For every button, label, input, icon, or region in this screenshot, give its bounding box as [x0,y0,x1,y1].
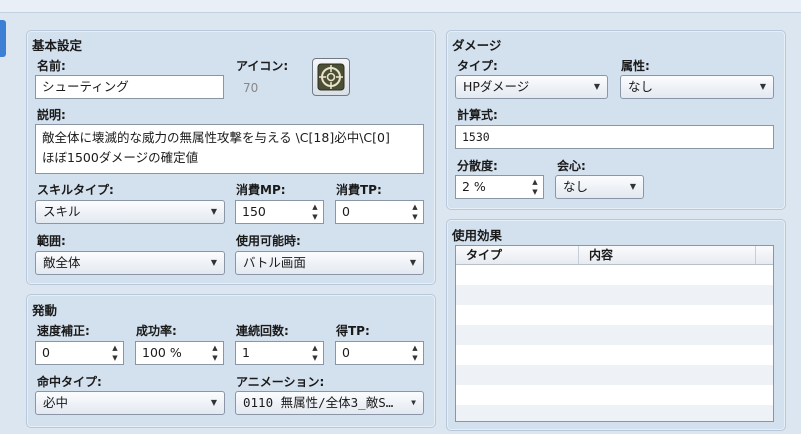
repeats-label: 連続回数: [236,324,289,338]
animation-value: 0110 無属性/全体3_敵S… [243,395,394,410]
chevron-down-icon: ▼ [411,398,416,407]
chevron-down-icon: ▼ [593,82,600,91]
element-label: 属性: [621,59,650,73]
hit-type-label: 命中タイプ: [37,375,102,389]
speed-value: 0 [42,345,50,360]
window-top-strip [0,0,801,13]
skill-type-select[interactable]: スキル ▼ [35,200,225,224]
damage-type-label: タイプ: [457,59,498,73]
icon-label: アイコン: [236,59,289,73]
repeats-value: 1 [242,345,250,360]
basic-settings-title: 基本設定 [32,38,83,53]
name-label: 名前: [37,59,66,73]
mp-cost-label: 消費MP: [236,183,286,197]
repeats-spinner[interactable]: 1 ▲ ▼ [235,341,324,365]
description-label: 説明: [37,108,66,122]
effects-header: タイプ 内容 [456,246,773,265]
animation-label: アニメーション: [236,375,325,389]
effects-list[interactable]: タイプ 内容 [455,245,774,422]
formula-label: 計算式: [457,108,498,122]
spinner-arrows-icon[interactable]: ▲ ▼ [310,202,320,222]
list-item[interactable] [456,305,773,325]
skill-type-label: スキルタイプ: [37,183,114,197]
chevron-down-icon: ▼ [409,258,416,267]
scope-value: 敵全体 [43,255,81,270]
list-item[interactable] [456,345,773,365]
damage-title: ダメージ [452,38,502,53]
damage-type-select[interactable]: HPダメージ ▼ [455,75,608,99]
column-header-content[interactable]: 内容 [579,246,756,264]
mp-cost-value: 150 [242,204,266,219]
description-line-1: 敵全体に壊滅的な威力の無属性攻撃を与える \C[18]必中\C[0] [42,130,390,145]
column-header-type[interactable]: タイプ [456,246,579,264]
spinner-arrows-icon[interactable]: ▲ ▼ [210,343,220,363]
formula-input[interactable]: 1530 [455,125,774,149]
list-item[interactable] [456,405,773,421]
spinner-arrows-icon[interactable]: ▲ ▼ [530,177,540,197]
critical-value: なし [563,179,589,194]
animation-select[interactable]: 0110 無属性/全体3_敵S… ▼ [235,391,424,415]
element-value: なし [628,79,654,94]
tp-gain-spinner[interactable]: 0 ▲ ▼ [335,341,424,365]
effects-title: 使用効果 [452,228,503,243]
critical-label: 会心: [557,159,586,173]
occasion-select[interactable]: バトル画面 ▼ [235,251,424,275]
spinner-arrows-icon[interactable]: ▲ ▼ [310,343,320,363]
element-select[interactable]: なし ▼ [620,75,774,99]
variance-label: 分散度: [457,159,498,173]
success-rate-spinner[interactable]: 100 % ▲ ▼ [135,341,224,365]
spinner-arrows-icon[interactable]: ▲ ▼ [110,343,120,363]
list-item[interactable] [456,285,773,305]
chevron-down-icon: ▼ [759,82,766,91]
name-input[interactable]: シューティング [35,75,224,99]
tp-gain-label: 得TP: [336,324,370,338]
icon-index: 70 [243,81,259,95]
success-rate-value: 100 % [142,345,182,360]
description-textarea[interactable]: 敵全体に壊滅的な威力の無属性攻撃を与える \C[18]必中\C[0] ほぼ150… [35,124,424,174]
chevron-down-icon: ▼ [629,182,636,191]
scope-label: 範囲: [37,234,66,248]
list-item[interactable] [456,265,773,285]
variance-value: 2 % [462,179,486,194]
tp-gain-value: 0 [342,345,350,360]
spinner-arrows-icon[interactable]: ▲ ▼ [410,202,420,222]
tp-cost-value: 0 [342,204,350,219]
skill-type-value: スキル [43,204,81,219]
description-line-2: ほぼ1500ダメージの確定値 [42,150,199,165]
spinner-arrows-icon[interactable]: ▲ ▼ [410,343,420,363]
hit-type-select[interactable]: 必中 ▼ [35,391,225,415]
crosshair-target-icon [317,63,345,91]
critical-select[interactable]: なし ▼ [555,175,644,199]
damage-type-value: HPダメージ [463,79,530,94]
variance-spinner[interactable]: 2 % ▲ ▼ [455,175,544,199]
occasion-label: 使用可能時: [236,234,301,248]
icon-picker-button[interactable] [312,58,350,96]
list-selection-accent [0,20,6,57]
scope-select[interactable]: 敵全体 ▼ [35,251,225,275]
list-item[interactable] [456,365,773,385]
speed-label: 速度補正: [37,324,90,338]
invocation-title: 発動 [32,303,58,318]
list-item[interactable] [456,325,773,345]
list-item[interactable] [456,385,773,405]
occasion-value: バトル画面 [243,255,306,270]
success-rate-label: 成功率: [136,324,177,338]
hit-type-value: 必中 [43,395,69,410]
tp-cost-label: 消費TP: [336,183,382,197]
mp-cost-spinner[interactable]: 150 ▲ ▼ [235,200,324,224]
tp-cost-spinner[interactable]: 0 ▲ ▼ [335,200,424,224]
speed-spinner[interactable]: 0 ▲ ▼ [35,341,124,365]
chevron-down-icon: ▼ [210,398,217,407]
chevron-down-icon: ▼ [210,258,217,267]
chevron-down-icon: ▼ [210,207,217,216]
